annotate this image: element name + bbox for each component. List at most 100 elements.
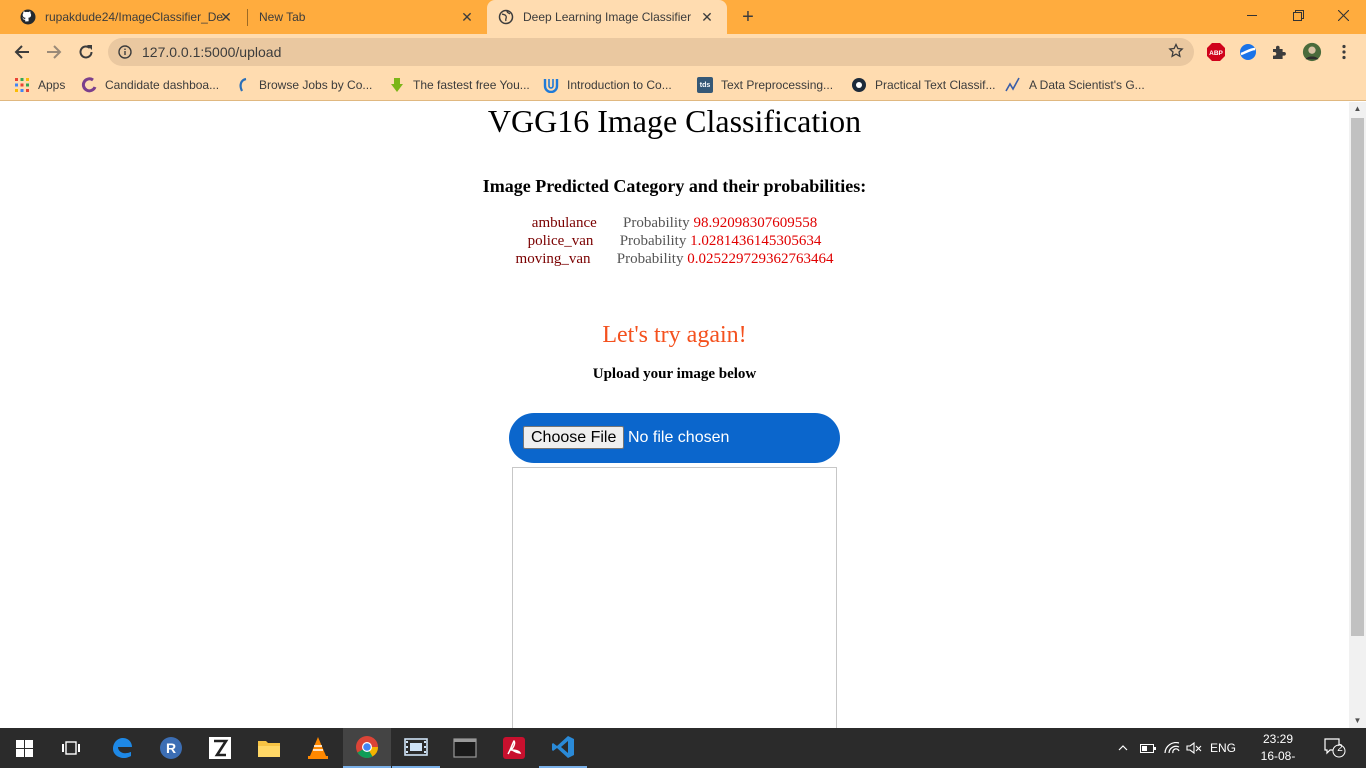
notification-center-icon[interactable]: 2 <box>1322 738 1348 758</box>
browser-toolbar: 127.0.0.1:5000/upload ABP <box>0 34 1366 70</box>
zapier-icon[interactable] <box>196 728 244 768</box>
prediction-row: moving_van Probability 0.025229729362763… <box>0 251 1349 268</box>
extension-globe-icon[interactable] <box>1238 42 1258 62</box>
bookmark-label: Apps <box>38 78 66 92</box>
chart-line-icon <box>1005 77 1021 93</box>
bookmark-data-scientist[interactable]: A Data Scientist's G... <box>1005 76 1145 94</box>
page-content: VGG16 Image Classification Image Predict… <box>0 102 1349 728</box>
r-icon[interactable]: R <box>147 728 195 768</box>
probability-label: Probability <box>619 233 687 249</box>
prediction-row: police_van Probability 1.028143614530563… <box>0 233 1349 250</box>
bookmark-label: Introduction to Co... <box>567 78 672 92</box>
bookmark-introduction[interactable]: Introduction to Co... <box>543 76 672 94</box>
tab-title: rupakdude24/ImageClassifier_De <box>45 10 224 24</box>
bookmark-text-preprocessing[interactable]: tds Text Preprocessing... <box>697 76 833 94</box>
tab-title: Deep Learning Image Classifier <box>523 10 692 24</box>
prediction-row: ambulance Probability 98.92098307609558 <box>0 215 1349 232</box>
show-hidden-icons-chevron-icon[interactable] <box>1115 740 1131 756</box>
bookmark-practical-text[interactable]: Practical Text Classif... <box>851 76 995 94</box>
volume-muted-icon[interactable] <box>1185 740 1203 756</box>
wifi-icon[interactable] <box>1163 740 1181 756</box>
bookmark-candidate-dashboard[interactable]: Candidate dashboa... <box>81 76 219 94</box>
candidate-icon <box>81 77 97 93</box>
back-arrow-icon[interactable] <box>9 39 35 65</box>
vscode-icon[interactable] <box>539 728 587 768</box>
new-tab-plus-icon[interactable]: + <box>737 6 759 28</box>
file-status-text: No file chosen <box>628 429 730 446</box>
tab-deep-learning-classifier[interactable]: Deep Learning Image Classifier ✕ <box>487 0 727 34</box>
start-icon[interactable] <box>0 728 48 768</box>
scrollbar-thumb[interactable] <box>1351 118 1364 636</box>
apps-grid-icon <box>14 77 30 93</box>
tds-icon: tds <box>697 77 713 93</box>
tab-title: New Tab <box>259 10 306 24</box>
choose-file-button[interactable]: Choose File <box>523 426 625 449</box>
clock-date: 16-08-2020 <box>1260 749 1296 768</box>
close-window-icon[interactable] <box>1320 0 1366 30</box>
bookmark-apps[interactable]: Apps <box>14 76 65 94</box>
prediction-category: moving_van <box>515 251 591 267</box>
scroll-up-icon[interactable]: ▲ <box>1349 102 1366 116</box>
svg-text:ABP: ABP <box>1209 50 1223 57</box>
windows-taskbar: R ENG 23:29 16-08-2020 2 <box>0 728 1366 768</box>
prediction-category: police_van <box>527 233 594 249</box>
close-tab-icon[interactable]: ✕ <box>699 9 715 25</box>
file-explorer-icon[interactable] <box>245 728 293 768</box>
chrome-menu-icon[interactable] <box>1334 42 1354 62</box>
close-tab-icon[interactable]: ✕ <box>459 9 475 25</box>
restore-icon[interactable] <box>1275 0 1321 30</box>
jobs-icon <box>235 77 251 93</box>
probability-label: Probability <box>616 251 684 267</box>
close-tab-icon[interactable]: ✕ <box>218 9 234 25</box>
download-icon <box>389 77 405 93</box>
bookmark-label: Text Preprocessing... <box>721 78 834 92</box>
movie-maker-icon[interactable] <box>392 728 440 768</box>
chrome-icon[interactable] <box>343 728 391 768</box>
forward-arrow-icon[interactable] <box>41 39 67 65</box>
tab-new-tab[interactable]: New Tab ✕ <box>240 0 487 34</box>
vlc-icon[interactable] <box>294 728 342 768</box>
predictions-heading: Image Predicted Category and their proba… <box>482 176 867 196</box>
upload-prompt: Upload your image below <box>592 366 757 382</box>
info-icon[interactable] <box>108 45 142 59</box>
page-scrollbar[interactable]: ▲ ▼ <box>1349 102 1366 728</box>
probability-value: 1.0281436145305634 <box>690 233 822 249</box>
edge-icon[interactable] <box>98 728 146 768</box>
file-upload-container: Choose File No file chosen <box>509 413 840 463</box>
bookmark-label: Candidate dashboa... <box>105 78 220 92</box>
probability-value: 98.92098307609558 <box>693 215 818 231</box>
bookmark-star-icon[interactable] <box>1168 42 1184 62</box>
battery-icon[interactable] <box>1139 740 1157 756</box>
globe-icon <box>498 9 514 25</box>
practical-icon <box>851 77 867 93</box>
bookmark-label: The fastest free You... <box>413 78 530 92</box>
bookmark-browse-jobs[interactable]: Browse Jobs by Co... <box>235 76 372 94</box>
tab-github[interactable]: rupakdude24/ImageClassifier_De ✕ <box>0 0 246 34</box>
probability-value: 0.025229729362763464 <box>687 251 834 267</box>
acrobat-icon[interactable] <box>490 728 538 768</box>
task-view-icon[interactable] <box>48 728 96 768</box>
profile-avatar-icon[interactable] <box>1302 42 1322 62</box>
tab-strip: rupakdude24/ImageClassifier_De ✕ New Tab… <box>0 0 1366 34</box>
taskbar-clock[interactable]: 23:29 16-08-2020 <box>1248 731 1308 768</box>
udemy-icon <box>543 77 559 93</box>
url-text: 127.0.0.1:5000/upload <box>142 44 282 60</box>
prediction-category: ambulance <box>531 215 597 231</box>
language-indicator[interactable]: ENG <box>1208 740 1238 756</box>
clock-time: 23:29 <box>1262 732 1294 746</box>
minimize-icon[interactable] <box>1229 0 1275 30</box>
adblock-plus-icon[interactable]: ABP <box>1206 42 1226 62</box>
bookmarks-bar: Apps Candidate dashboa... Browse Jobs by… <box>0 70 1366 101</box>
image-preview-box <box>512 467 837 728</box>
page-title: VGG16 Image Classification <box>487 103 862 139</box>
reload-icon[interactable] <box>73 39 99 65</box>
address-bar[interactable]: 127.0.0.1:5000/upload <box>108 38 1194 66</box>
github-icon <box>20 9 36 25</box>
bookmark-label: Practical Text Classif... <box>875 78 996 92</box>
bookmark-fastest-free[interactable]: The fastest free You... <box>389 76 530 94</box>
svg-text:R: R <box>166 740 176 756</box>
terminal-icon[interactable] <box>441 728 489 768</box>
bookmark-label: Browse Jobs by Co... <box>259 78 373 92</box>
scroll-down-icon[interactable]: ▼ <box>1349 714 1366 728</box>
extensions-puzzle-icon[interactable] <box>1269 42 1289 62</box>
